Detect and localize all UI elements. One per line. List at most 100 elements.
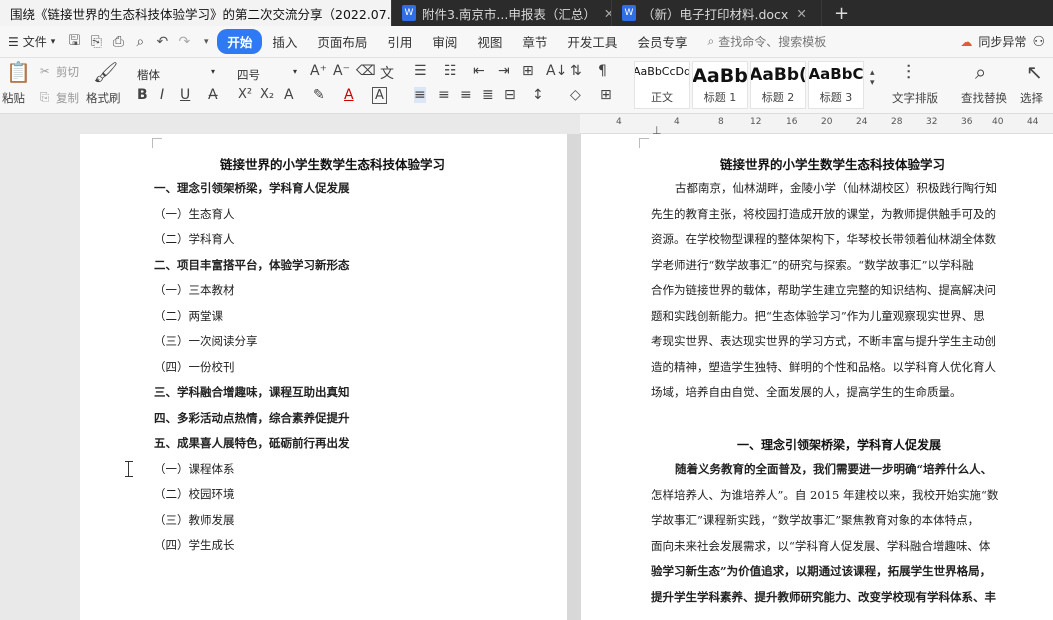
style-normal[interactable]: AaBbCcDd 正文 [634,61,690,109]
copy-button[interactable]: 复制 [56,90,79,106]
paste-icon[interactable]: 📋 [6,60,31,84]
style-heading-1[interactable]: AaBb 标题 1 [692,61,748,109]
new-tab-button[interactable]: + [822,3,861,24]
style-heading-3[interactable]: AaBbC 标题 3 [808,61,864,109]
borders-icon[interactable]: ⊞ [600,87,612,103]
text-layout-icon[interactable]: ⫶ [906,60,911,84]
undo-icon[interactable]: ↶ [151,34,173,50]
text-layout-button[interactable]: 文字排版 [892,90,938,106]
select-cursor-icon[interactable]: ↖ [1026,60,1043,84]
tab-document-2[interactable]: W 附件3.南京市...申报表（汇总） ✕ [392,0,612,26]
decrease-indent-icon[interactable]: ⇤ [473,63,485,79]
align-center-icon[interactable]: ≡ [438,87,450,103]
style-label: 标题 3 [819,91,853,104]
close-icon[interactable]: ✕ [796,6,806,21]
show-marks-icon[interactable]: ¶ [598,63,607,79]
bullet-list-icon[interactable]: ☰ [414,63,427,79]
hamburger-icon: ☰ [8,34,19,49]
align-left-icon[interactable]: ≡ [414,87,426,103]
outline-item: 二、项目丰富搭平台，体验学习新形态 [154,258,350,272]
copy-icon: ⎘ [40,90,50,104]
tab-review[interactable]: 审阅 [422,29,467,54]
outline-title: 链接世界的小学生数学生态科技体验学习 [220,157,446,172]
paste-button[interactable]: 粘贴 [2,90,25,106]
bold-icon[interactable]: B [137,87,148,103]
file-menu[interactable]: ☰ 文件 ▾ [0,33,63,50]
align-right-icon[interactable]: ≡ [460,87,472,103]
sort-icon[interactable]: ⇅ [570,63,582,79]
redo-icon[interactable]: ↷ [173,34,195,50]
print-icon[interactable]: ⎙ [107,34,129,50]
style-sample: AaBbCcDd [634,65,690,78]
style-heading-2[interactable]: AaBb( 标题 2 [750,61,806,109]
export-pdf-icon[interactable]: ⎘ [85,34,107,50]
document-page-outline[interactable]: 链接世界的小学生数学生态科技体验学习 一、理念引领架桥梁，学科育人促发展 （一）… [80,134,567,620]
ribbon-toolbar: 📋 粘贴 ✂ 剪切 ⎘ 复制 🖌 格式刷 楷体 ▾ 四号 ▾ A⁺ A⁻ ⌫ 文… [0,58,1053,114]
justify-icon[interactable]: ≣ [482,87,494,103]
pinyin-icon[interactable]: 文 [380,63,394,83]
text-direction-icon[interactable]: A↓ [546,63,567,79]
style-sample: AaBb [692,65,748,87]
style-gallery: AaBbCcDd 正文 AaBb 标题 1 AaBb( 标题 2 AaBbC 标… [634,61,864,109]
shading-icon[interactable]: ◇ [570,87,581,103]
font-size-select[interactable]: 四号 ▾ [232,64,302,84]
increase-indent-icon[interactable]: ⇥ [498,63,510,79]
tab-document-1[interactable]: 围绕《链接世界的生态科技体验学习》的第二次交流分享（2022.07.31） [0,0,392,26]
print-preview-icon[interactable]: ⌕ [129,34,151,50]
font-name-value: 楷体 [137,68,160,82]
save-icon[interactable]: 🖫 [63,30,85,54]
text-effect-icon[interactable]: A [284,87,294,103]
tab-developer[interactable]: 开发工具 [557,29,627,54]
document-page-body[interactable]: 链接世界的小学生数学生态科技体验学习 古都南京，仙林湖畔，金陵小学（仙林湖校区）… [581,134,1053,620]
tab-references[interactable]: 引用 [377,29,422,54]
tab-member[interactable]: 会员专享 [627,29,697,54]
highlight-icon[interactable]: ✎ [313,87,325,103]
outline-item: （二）学科育人 [154,232,235,246]
chevron-down-icon: ▾ [50,36,56,47]
find-replace-icon[interactable]: ⌕ [975,60,986,84]
file-menu-label: 文件 [22,35,47,49]
font-color-icon[interactable]: A [344,87,354,103]
sync-status[interactable]: ☁ 同步异常 ⚇ [960,33,1053,50]
command-search[interactable]: ⌕ 查找命令、搜索模板 [707,33,826,50]
tab-document-3[interactable]: W （新）电子打印材料.docx ✕ [612,0,822,26]
tab-home[interactable]: 开始 [217,29,263,54]
font-size-value: 四号 [237,68,260,82]
chevron-down-icon[interactable]: ▾ [195,37,217,47]
ruler-tick: 8 [718,117,724,127]
cut-icon: ✂ [40,64,50,78]
superscript-icon[interactable]: X² [238,87,252,102]
tab-page-layout[interactable]: 页面布局 [307,29,377,54]
format-painter-icon[interactable]: 🖌 [93,60,118,84]
decrease-font-icon[interactable]: A⁻ [333,63,350,79]
paragraph-line: 验学习新生态”为价值追求，以期通过该课程，拓展学生世界格局， [651,564,992,578]
paragraph-line: 考现实世界、表达现实世界的学习方式，不断丰富与提升学生主动创 [651,334,996,348]
underline-icon[interactable]: U [180,87,190,103]
strikethrough-icon[interactable]: A̶ [208,87,218,103]
subscript-icon[interactable]: X₂ [260,87,274,102]
collaborate-icon[interactable]: ⚇ [1032,34,1045,50]
clear-format-icon[interactable]: ⌫ [356,63,376,79]
font-name-select[interactable]: 楷体 ▾ [132,64,220,84]
find-replace-button[interactable]: 查找替换 [961,90,1007,106]
style-sample: AaBb( [750,65,806,85]
tab-chapter[interactable]: 章节 [512,29,557,54]
close-icon[interactable]: ✕ [604,6,611,21]
char-border-icon[interactable]: A [372,87,387,104]
format-painter-button[interactable]: 格式刷 [86,90,121,106]
gallery-scroll-icon[interactable]: ▴ ▾ [870,68,875,88]
search-placeholder: 查找命令、搜索模板 [718,35,827,49]
increase-font-icon[interactable]: A⁺ [310,63,327,79]
horizontal-ruler[interactable]: 4 ⊥ 4 8 12 16 20 24 28 32 36 40 44 [580,114,1053,137]
paragraph-line: 面向未来社会发展需求，以“学科育人促发展、学科融合增趣味、体 [651,539,991,553]
tab-title: （新）电子打印材料.docx [642,6,789,22]
select-button[interactable]: 选择 [1020,90,1043,106]
tab-insert[interactable]: 插入 [262,29,307,54]
italic-icon[interactable]: I [160,87,164,103]
distribute-icon[interactable]: ⊟ [504,87,516,103]
cut-button[interactable]: 剪切 [56,64,79,80]
numbered-list-icon[interactable]: ☷ [444,63,457,79]
chinese-layout-icon[interactable]: ⊞ [522,63,534,79]
tab-view[interactable]: 视图 [467,29,512,54]
line-spacing-icon[interactable]: ↕ [532,87,544,103]
